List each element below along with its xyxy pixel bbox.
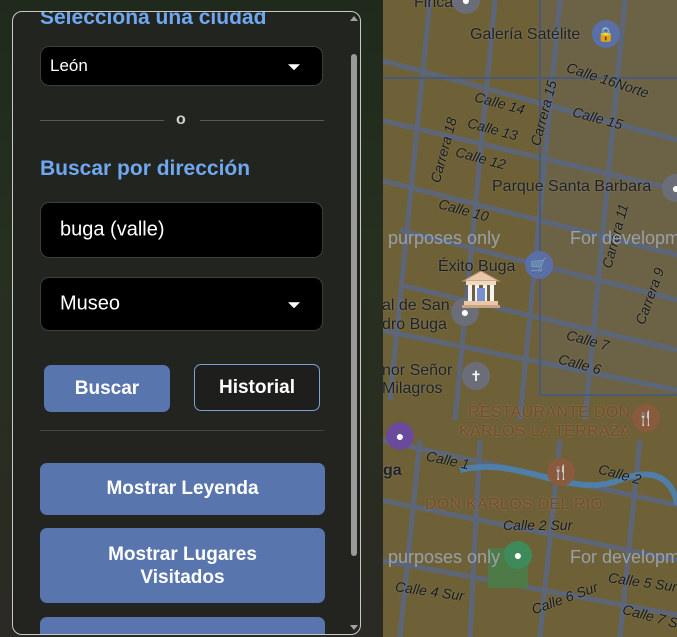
show-visited-label-2: Visitados — [140, 566, 225, 588]
map-label-senor-1: nor Señor — [382, 362, 453, 379]
map-label-finca: Finca — [414, 0, 454, 11]
map-dev-watermark-2: For developm — [570, 228, 677, 248]
park-green-pin-icon[interactable]: ● — [504, 541, 532, 569]
show-visited-label-1: Mostrar Lugares — [108, 543, 257, 565]
city-select-value: León — [50, 56, 88, 75]
search-panel: Selecciona una ciudad León o Buscar por … — [12, 11, 361, 635]
category-select-value: Museo — [60, 292, 121, 315]
city-section-title: Selecciona una ciudad — [40, 11, 267, 29]
map-dev-watermark-4: For developm — [570, 547, 677, 567]
chevron-down-icon — [288, 64, 300, 71]
scroll-down-arrow-icon[interactable] — [350, 625, 358, 630]
section-divider — [40, 430, 324, 431]
show-visited-button[interactable]: Mostrar Lugares Visitados — [40, 528, 325, 603]
shopping-lock-icon[interactable]: 🔒 — [592, 20, 620, 48]
restaurant-pin-2-icon[interactable]: 🍴 — [547, 458, 575, 486]
partial-next-button[interactable] — [40, 617, 325, 634]
history-button[interactable]: Historial — [194, 364, 320, 411]
map-label-parque: Parque Santa Barbara — [492, 178, 652, 195]
cross-pin-icon[interactable]: ✝ — [462, 362, 490, 390]
divider-or-label: o — [176, 111, 186, 128]
chevron-down-icon — [288, 302, 300, 309]
map-dev-watermark-3: t purposes only — [378, 547, 501, 567]
divider-right — [200, 120, 324, 121]
scroll-thumb[interactable] — [351, 54, 357, 556]
map-label-sanpedro-2: dro Buga — [382, 316, 447, 333]
restaurant-pin-icon[interactable]: 🍴 — [632, 404, 660, 432]
address-section-title: Buscar por dirección — [40, 157, 251, 180]
map-label-senor-2: Milagros — [382, 380, 443, 397]
show-legend-button[interactable]: Mostrar Leyenda — [40, 463, 325, 515]
map-dev-watermark: t purposes only — [378, 228, 501, 248]
category-select[interactable]: Museo — [40, 277, 323, 331]
divider-left — [40, 120, 164, 121]
map-label-ga: ga — [383, 462, 402, 479]
shopping-cart-icon[interactable]: 🛒 — [525, 251, 553, 279]
purple-pin-icon[interactable]: ● — [386, 422, 414, 450]
map-label-sanpedro-1: al de San — [382, 297, 450, 314]
search-button[interactable]: Buscar — [44, 365, 170, 412]
scroll-up-arrow-icon[interactable] — [350, 16, 358, 21]
map-label-calle2sur: Calle 2 Sur — [503, 517, 573, 533]
map-label-galeria: Galería Satélite — [470, 26, 581, 43]
map-label-donkarlos: DON KARLOS DEL RIO — [425, 496, 604, 513]
map-label-restaurante-2: KARLOS LA TERRAZA — [459, 423, 631, 440]
search-panel-content: Selecciona una ciudad León o Buscar por … — [13, 11, 353, 634]
address-input[interactable]: buga (valle) — [40, 202, 323, 258]
panel-scrollbar[interactable] — [350, 16, 358, 630]
city-select[interactable]: León — [40, 46, 323, 86]
address-input-value: buga (valle) — [60, 218, 165, 241]
museum-marker-icon[interactable] — [460, 268, 506, 314]
map-label-restaurante-1: RESTAURANTE DON — [468, 404, 631, 421]
